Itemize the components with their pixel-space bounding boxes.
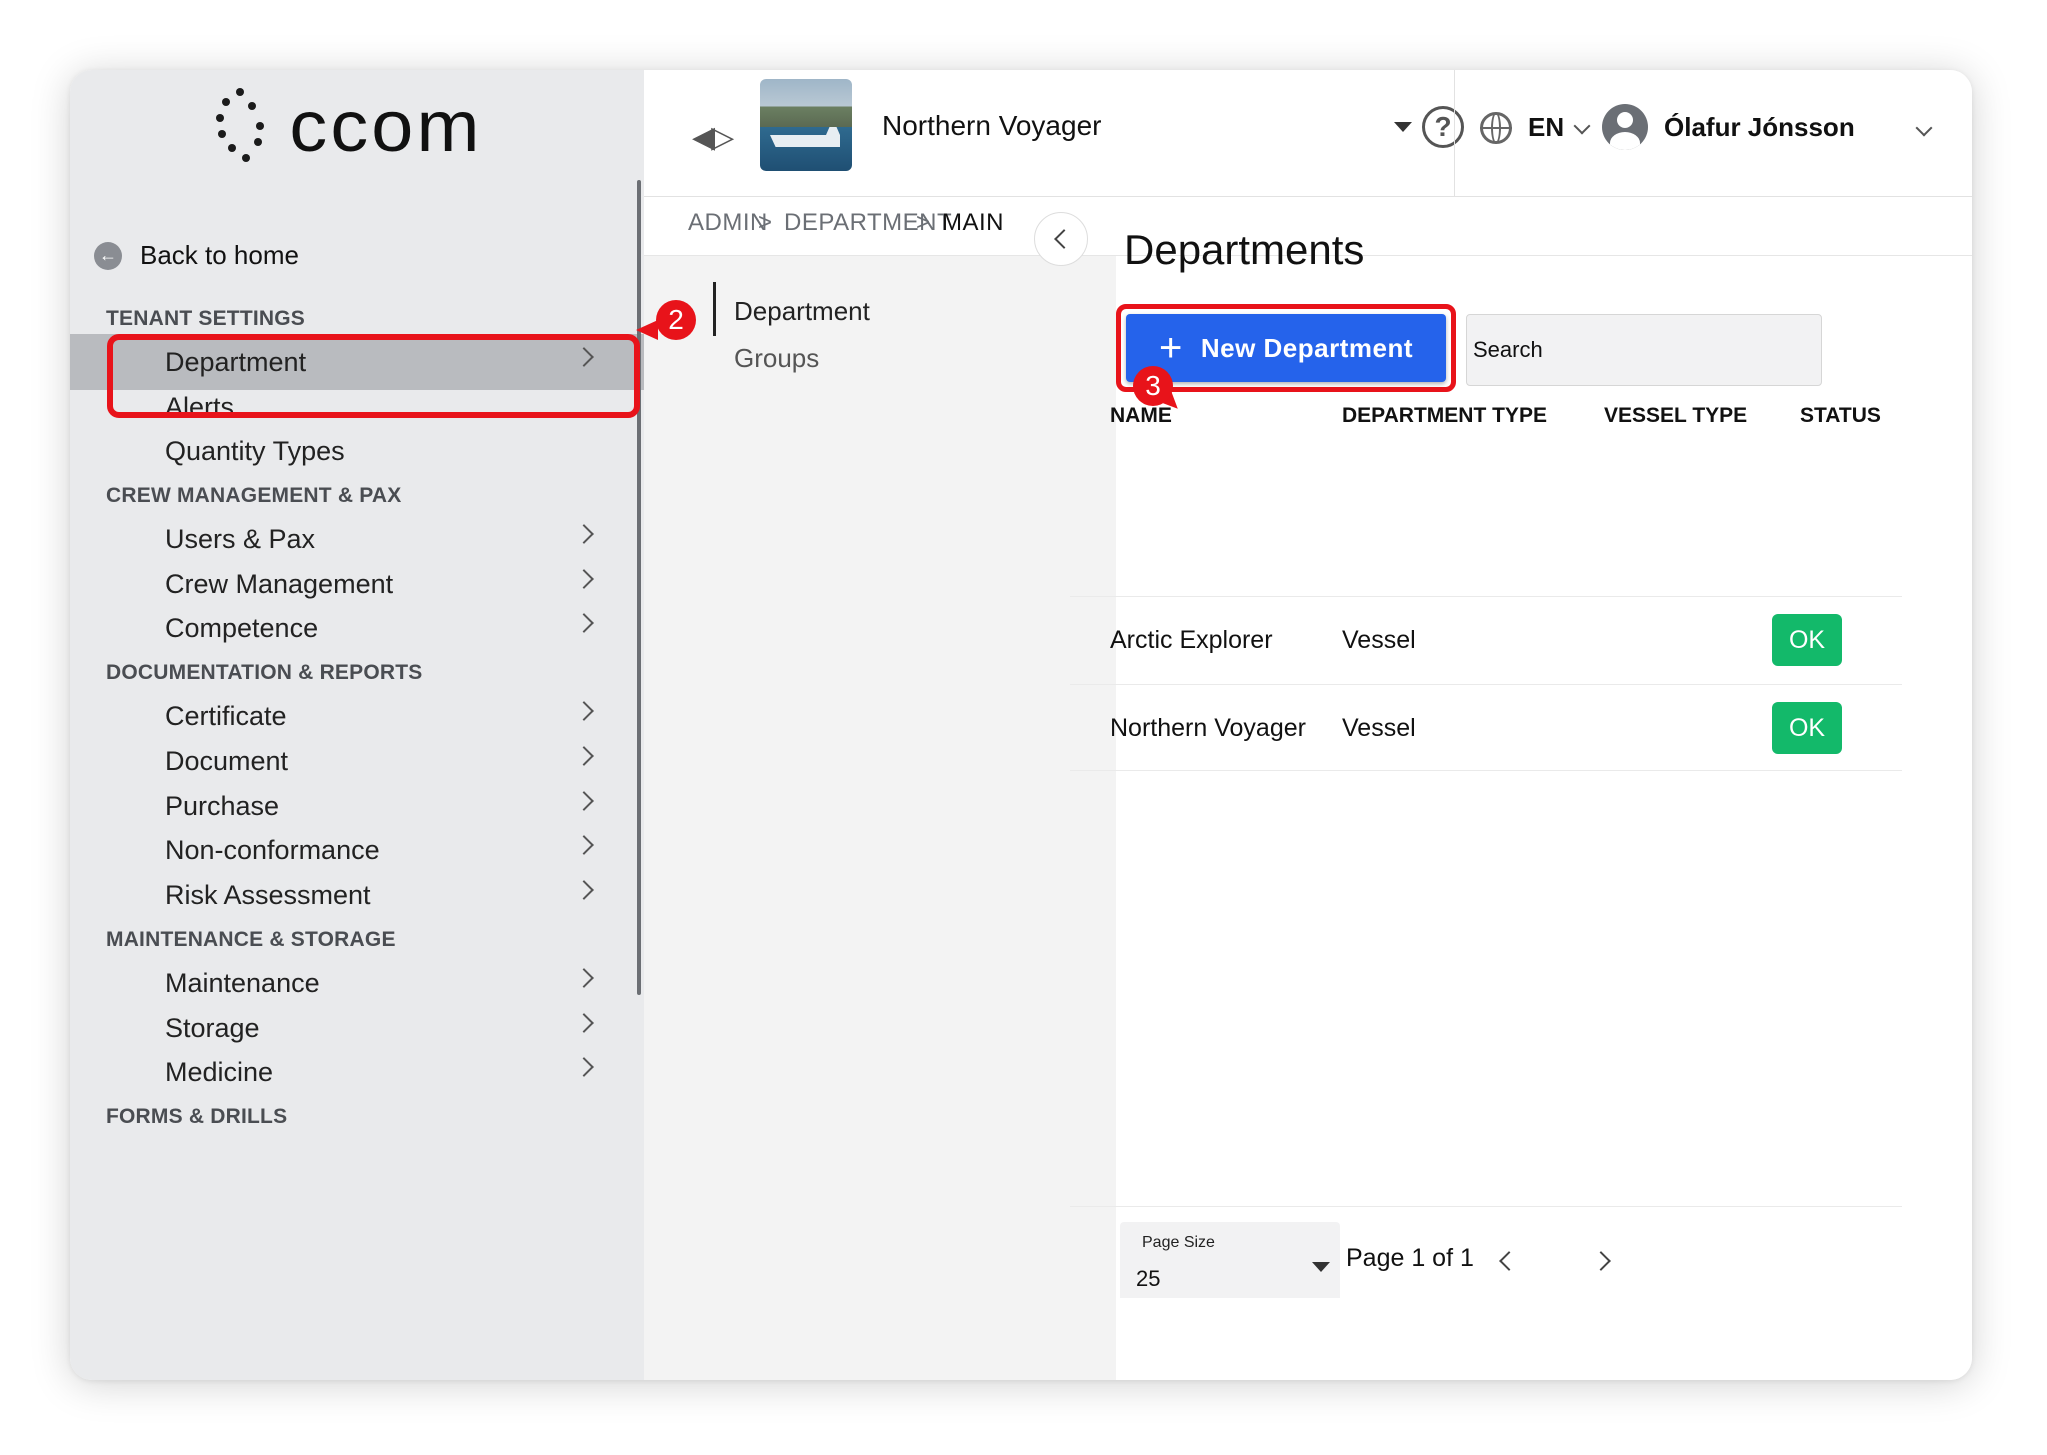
page-size-label: Page Size [1142,1234,1215,1251]
help-icon[interactable]: ? [1422,106,1464,148]
chevron-right-icon [574,746,594,766]
globe-icon[interactable] [1480,112,1512,144]
user-menu[interactable]: Ólafur Jónsson [1664,112,1855,143]
section-maintenance-storage: MAINTENANCE & STORAGE [106,928,396,951]
new-department-label: New Department [1200,332,1413,363]
cell-department-type: Vessel [1342,714,1416,742]
subnav-department[interactable]: Department [734,296,870,327]
column-header-department-type[interactable]: DEPARTMENT TYPE [1342,404,1547,428]
sidebar-item-label: Purchase [165,790,280,821]
subnav-groups[interactable]: Groups [734,343,819,374]
section-crew-management: CREW MANAGEMENT & PAX [106,484,402,507]
chevron-down-icon[interactable] [1573,117,1591,135]
caret-down-icon [1312,1262,1330,1272]
sidebar-item-label: Certificate [165,700,287,731]
chevron-right-icon [574,524,594,544]
page-size-value: 25 [1136,1266,1161,1291]
page-title: Departments [1124,226,1365,273]
sidebar-item-label: Medicine [165,1056,274,1087]
cell-department-type: Vessel [1342,626,1416,654]
chevron-right-icon [574,1057,594,1077]
sidebar-item-label: Users & Pax [165,523,316,554]
breadcrumb-separator: > [758,209,773,236]
chevron-left-icon [1054,229,1074,249]
sidebar-item-medicine[interactable]: Medicine [70,1044,644,1100]
chevron-right-icon [574,968,594,988]
annotation-step-3: 3 [1133,366,1173,406]
breadcrumb-admin[interactable]: ADMIN [688,209,768,237]
table-row-divider [1070,770,1902,771]
caret-down-icon[interactable] [1394,122,1412,132]
cell-name: Northern Voyager [1110,714,1306,742]
sub-navigation: Department Groups [644,256,1116,1380]
section-tenant-settings: TENANT SETTINGS [106,307,306,330]
sidebar-item-label: Document [165,745,289,776]
chevron-right-icon [574,791,594,811]
back-to-home-label: Back to home [140,240,299,270]
section-forms-drills: FORMS & DRILLS [106,1105,288,1128]
divider [1454,70,1455,196]
chevron-right-icon [574,569,594,589]
sidebar-item-quantity-types[interactable]: Quantity Types [70,423,644,479]
sidebar-item-label: Maintenance [165,967,320,998]
vessel-selector[interactable]: Northern Voyager [882,110,1101,142]
top-bar: ◀▷ Northern Voyager ? EN Ólafur Jónsson [644,70,1972,197]
new-department-button[interactable]: + New Department [1126,314,1446,382]
page-size-select[interactable]: Page Size 25 [1120,1222,1340,1298]
section-documentation-reports: DOCUMENTATION & REPORTS [106,661,423,684]
annotation-pointer [636,320,658,340]
sidebar-item-risk-assessment[interactable]: Risk Assessment [70,867,644,923]
logo-text: ccom [289,87,483,167]
chevron-right-icon [574,835,594,855]
sidebar-item-label: Quantity Types [165,435,345,466]
status-badge: OK [1772,614,1842,666]
logo: ccom [210,82,479,172]
sidebar-item-label: Crew Management [165,568,394,599]
sidebar-item-label: Risk Assessment [165,879,371,910]
avatar[interactable] [1602,104,1648,150]
vessel-image [760,79,852,171]
chevron-right-icon [574,613,594,633]
search-input[interactable] [1466,314,1822,386]
sidebar-item-label: Competence [165,612,319,643]
language-selector[interactable]: EN [1528,112,1564,143]
footer-divider [1070,1206,1902,1207]
logo-mark-icon [210,82,270,172]
active-indicator [713,282,716,336]
sidebar-scrollbar[interactable] [637,180,641,995]
chevron-down-icon[interactable] [1915,119,1933,137]
plus-icon: + [1158,326,1183,370]
annotation-highlight-department [107,334,640,418]
column-header-vessel-type[interactable]: VESSEL TYPE [1604,404,1747,428]
chevron-right-icon [574,701,594,721]
collapse-panel-button[interactable] [1034,212,1088,266]
page-info: Page 1 of 1 [1346,1244,1474,1272]
sidebar-item-competence[interactable]: Competence [70,600,644,656]
cell-name: Arctic Explorer [1110,626,1273,654]
annotation-step-2: 2 [656,300,696,340]
chevron-right-icon [574,880,594,900]
column-header-status[interactable]: STATUS [1800,404,1881,428]
back-arrow-icon: ← [94,241,122,270]
breadcrumb-separator: > [916,209,931,236]
collapse-sidebar-icon[interactable]: ◀▷ [692,120,734,155]
sidebar-item-label: Storage [165,1012,260,1043]
status-badge: OK [1772,702,1842,754]
sidebar-item-label: Non-conformance [165,834,380,865]
breadcrumb-main: MAIN [942,209,1004,236]
back-to-home-link[interactable]: ← Back to home [94,240,299,271]
chevron-right-icon [574,1013,594,1033]
sidebar: ccom ← Back to home TENANT SETTINGS Depa… [70,70,644,1380]
